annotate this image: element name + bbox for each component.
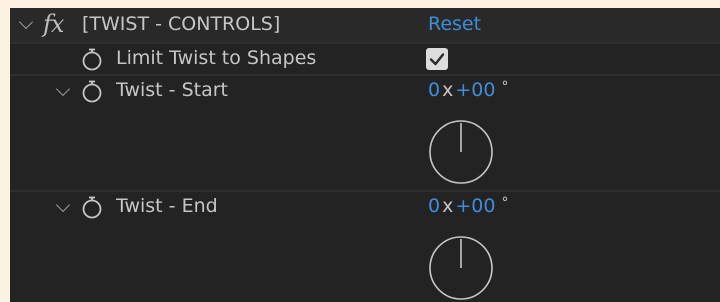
property-row-twist-start: Twist - Start 0 x +00 ° <box>10 76 720 190</box>
stopwatch-icon[interactable] <box>81 195 103 219</box>
degrees-value[interactable]: +00 <box>455 195 495 217</box>
property-row-limit-twist: Limit Twist to Shapes <box>10 44 720 74</box>
effect-header-row: fx [TWIST - CONTROLS] Reset <box>10 8 720 42</box>
times-sign: x <box>442 79 454 101</box>
chevron-down-icon[interactable] <box>55 197 71 213</box>
degree-symbol: ° <box>501 79 509 95</box>
degree-symbol: ° <box>501 195 509 211</box>
checkmark-icon <box>429 53 445 66</box>
twist-start-angle-dial[interactable] <box>428 119 494 185</box>
twist-end-angle-dial[interactable] <box>428 235 494 301</box>
property-row-twist-end: Twist - End 0 x +00 ° <box>10 192 720 302</box>
times-sign: x <box>442 195 454 217</box>
stopwatch-icon[interactable] <box>81 79 103 103</box>
limit-twist-checkbox[interactable] <box>426 48 448 70</box>
effect-controls-panel: fx [TWIST - CONTROLS] Reset Limit Twist … <box>10 8 720 302</box>
property-label: Limit Twist to Shapes <box>116 47 317 69</box>
chevron-down-icon[interactable] <box>18 14 34 30</box>
effect-name: [TWIST - CONTROLS] <box>82 13 281 35</box>
revolutions-value[interactable]: 0 <box>428 195 440 217</box>
reset-button[interactable]: Reset <box>428 13 481 35</box>
chevron-down-icon[interactable] <box>55 81 71 97</box>
degrees-value[interactable]: +00 <box>455 79 495 101</box>
stopwatch-icon[interactable] <box>81 47 103 71</box>
property-label: Twist - Start <box>116 79 228 101</box>
angle-value: 0 x +00 ° <box>428 79 508 101</box>
angle-value: 0 x +00 ° <box>428 195 508 217</box>
property-label: Twist - End <box>116 195 218 217</box>
revolutions-value[interactable]: 0 <box>428 79 440 101</box>
fx-icon[interactable]: fx <box>43 10 64 38</box>
